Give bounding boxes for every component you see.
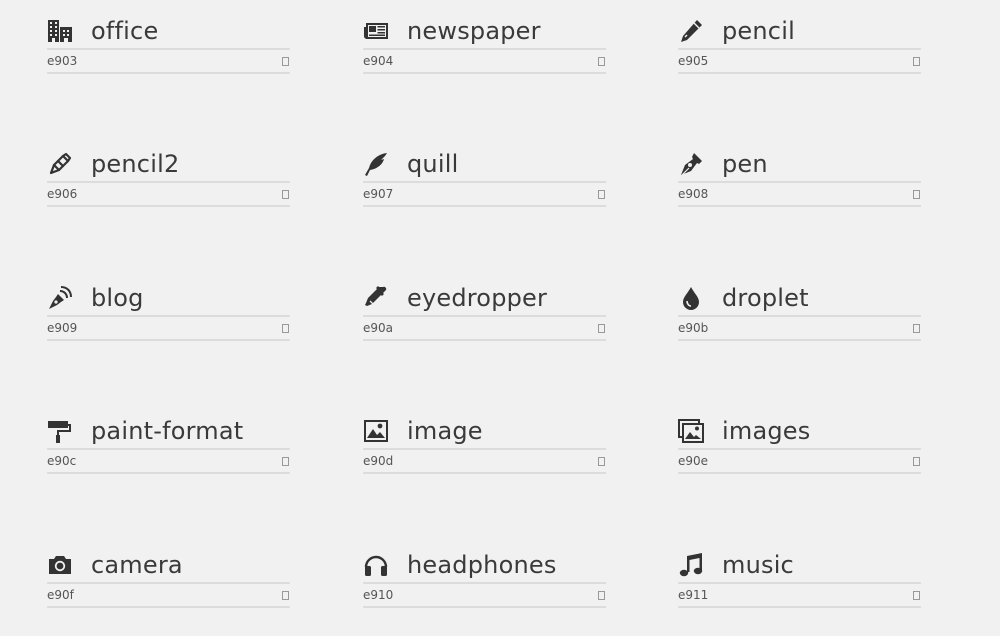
glyph-box-icon xyxy=(282,590,289,600)
icon-card[interactable]: newspaper e904 xyxy=(363,13,606,74)
icon-card[interactable]: paint-format e90c xyxy=(47,413,290,474)
divider xyxy=(363,606,606,608)
icon-name: paint-format xyxy=(91,416,244,445)
icon-card[interactable]: images e90e xyxy=(678,413,921,474)
glyph-box-icon xyxy=(282,323,289,333)
icon-card[interactable]: image e90d xyxy=(363,413,606,474)
office-icon xyxy=(47,18,73,44)
divider xyxy=(47,606,290,608)
glyph-box-icon xyxy=(282,56,289,66)
icon-card[interactable]: office e903 xyxy=(47,13,290,74)
divider xyxy=(363,72,606,74)
blog-icon xyxy=(47,285,73,311)
paint-format-icon xyxy=(47,418,73,444)
icon-code: e90c xyxy=(47,454,77,468)
icon-code: e903 xyxy=(47,54,78,68)
icon-code: e90f xyxy=(47,588,74,602)
divider xyxy=(678,205,921,207)
divider xyxy=(678,72,921,74)
icon-name: eyedropper xyxy=(407,283,548,312)
icon-card[interactable]: droplet e90b xyxy=(678,280,921,341)
icon-card[interactable]: quill e907 xyxy=(363,146,606,207)
icon-card[interactable]: pencil2 e906 xyxy=(47,146,290,207)
image-icon xyxy=(363,418,389,444)
quill-icon xyxy=(363,151,389,177)
music-icon xyxy=(678,552,704,578)
icon-code: e90d xyxy=(363,454,394,468)
icon-name: pencil xyxy=(722,16,795,45)
icon-card[interactable]: music e911 xyxy=(678,547,921,608)
icon-grid: office e903 newspaper e904 pencil e905 p… xyxy=(0,0,1000,636)
divider xyxy=(47,472,290,474)
icon-name: images xyxy=(722,416,811,445)
icon-name: pencil2 xyxy=(91,149,180,178)
icon-code: e906 xyxy=(47,187,78,201)
glyph-box-icon xyxy=(598,590,605,600)
glyph-box-icon xyxy=(282,456,289,466)
glyph-box-icon xyxy=(913,189,920,199)
icon-code: e90b xyxy=(678,321,709,335)
pencil2-icon xyxy=(47,151,73,177)
icon-code: e90a xyxy=(363,321,394,335)
divider xyxy=(363,339,606,341)
icon-name: camera xyxy=(91,550,183,579)
glyph-box-icon xyxy=(598,56,605,66)
icon-name: pen xyxy=(722,149,768,178)
newspaper-icon xyxy=(363,18,389,44)
icon-code: e908 xyxy=(678,187,709,201)
glyph-box-icon xyxy=(598,456,605,466)
images-icon xyxy=(678,418,704,444)
icon-code: e910 xyxy=(363,588,394,602)
icon-name: blog xyxy=(91,283,144,312)
icon-name: image xyxy=(407,416,483,445)
icon-name: droplet xyxy=(722,283,809,312)
icon-name: newspaper xyxy=(407,16,541,45)
eyedropper-icon xyxy=(363,285,389,311)
icon-card[interactable]: camera e90f xyxy=(47,547,290,608)
icon-name: office xyxy=(91,16,159,45)
icon-name: music xyxy=(722,550,794,579)
camera-icon xyxy=(47,552,73,578)
icon-code: e904 xyxy=(363,54,394,68)
divider xyxy=(47,205,290,207)
pencil-icon xyxy=(678,18,704,44)
icon-card[interactable]: pencil e905 xyxy=(678,13,921,74)
divider xyxy=(678,339,921,341)
icon-name: quill xyxy=(407,149,459,178)
icon-name: headphones xyxy=(407,550,557,579)
icon-card[interactable]: eyedropper e90a xyxy=(363,280,606,341)
icon-code: e90e xyxy=(678,454,709,468)
glyph-box-icon xyxy=(913,590,920,600)
divider xyxy=(678,472,921,474)
icon-code: e907 xyxy=(363,187,394,201)
pen-icon xyxy=(678,151,704,177)
icon-code: e909 xyxy=(47,321,78,335)
icon-code: e905 xyxy=(678,54,709,68)
headphones-icon xyxy=(363,552,389,578)
divider xyxy=(47,339,290,341)
divider xyxy=(363,205,606,207)
glyph-box-icon xyxy=(598,323,605,333)
icon-card[interactable]: blog e909 xyxy=(47,280,290,341)
glyph-box-icon xyxy=(598,189,605,199)
glyph-box-icon xyxy=(282,189,289,199)
glyph-box-icon xyxy=(913,323,920,333)
glyph-box-icon xyxy=(913,56,920,66)
icon-card[interactable]: pen e908 xyxy=(678,146,921,207)
divider xyxy=(363,472,606,474)
glyph-box-icon xyxy=(913,456,920,466)
droplet-icon xyxy=(678,285,704,311)
icon-card[interactable]: headphones e910 xyxy=(363,547,606,608)
divider xyxy=(47,72,290,74)
divider xyxy=(678,606,921,608)
icon-code: e911 xyxy=(678,588,709,602)
